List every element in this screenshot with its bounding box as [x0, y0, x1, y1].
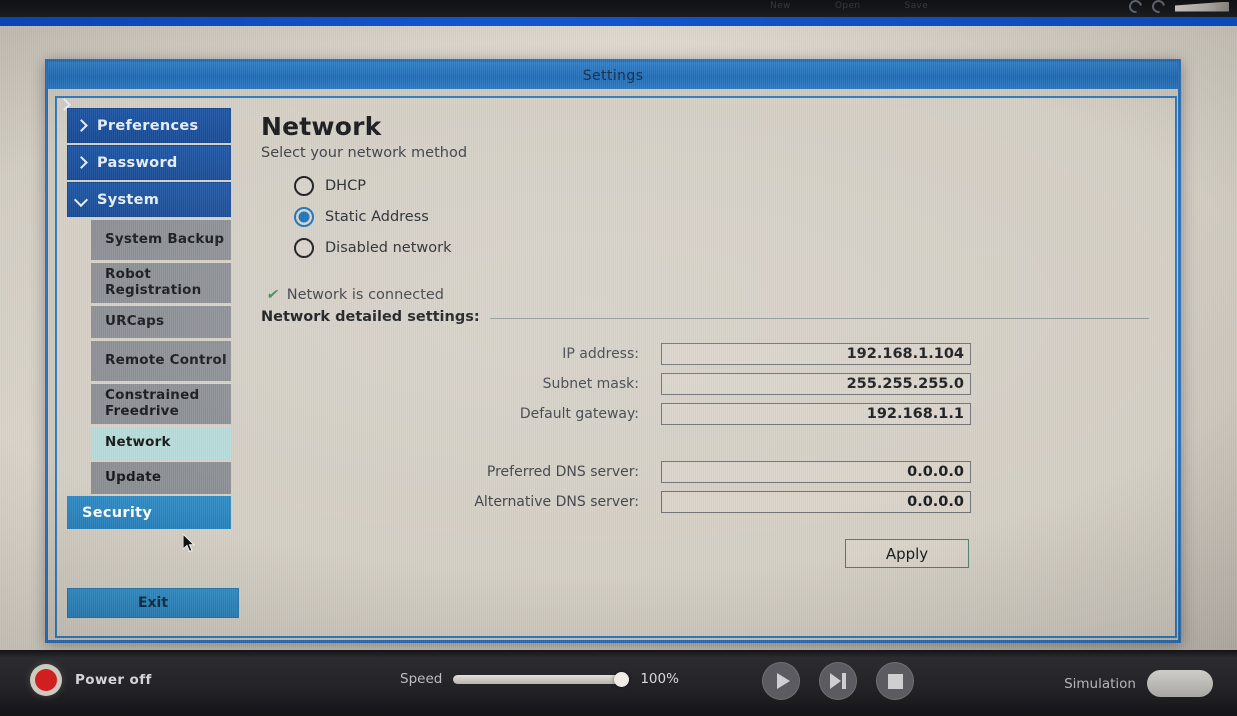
- sidebar-item-network[interactable]: Network: [91, 426, 231, 459]
- settings-sidebar: Preferences Password System System Backu: [57, 98, 241, 636]
- settings-dialog: Settings Preferences Password System Sys…: [45, 59, 1181, 643]
- sidebar-item-preferences[interactable]: Preferences: [67, 108, 231, 143]
- settings-content: Network Select your network method DHCP …: [241, 98, 1175, 636]
- app-top-bar: New Open Save: [0, 0, 1237, 17]
- speed-slider[interactable]: [453, 672, 630, 687]
- default-gateway-input[interactable]: 192.168.1.1: [661, 403, 971, 425]
- field-label: Default gateway:: [519, 406, 639, 422]
- field-row-preferred-dns: Preferred DNS server: 0.0.0.0: [261, 457, 1149, 487]
- simulation-control: Simulation: [1064, 670, 1213, 697]
- top-bar-menu: New Open Save: [770, 1, 928, 11]
- check-icon: ✔: [265, 287, 281, 303]
- sidebar-item-password[interactable]: Password: [67, 145, 231, 180]
- accent-strip: [0, 17, 1237, 26]
- reload-icon[interactable]: [1126, 0, 1145, 16]
- step-button[interactable]: [819, 662, 857, 700]
- menu-item-open[interactable]: Open: [835, 1, 861, 11]
- page-subtitle: Select your network method: [261, 145, 468, 161]
- network-status: ✔ Network is connected: [265, 287, 1149, 303]
- menu-item-save[interactable]: Save: [904, 1, 928, 11]
- menu-item-new[interactable]: New: [770, 1, 791, 11]
- step-forward-icon: [830, 673, 846, 689]
- device-screen: New Open Save Settings Preferences Passw…: [0, 0, 1237, 716]
- simulation-toggle[interactable]: [1147, 670, 1213, 697]
- apply-button[interactable]: Apply: [845, 539, 969, 568]
- subnet-mask-input[interactable]: 255.255.255.0: [661, 373, 971, 395]
- field-row-alternative-dns: Alternative DNS server: 0.0.0.0: [261, 487, 1149, 517]
- radio-label: DHCP: [325, 177, 366, 194]
- speed-value: 100%: [640, 671, 679, 687]
- dialog-title: Settings: [48, 62, 1178, 89]
- field-row-ip-address: IP address: 192.168.1.104: [261, 339, 1149, 369]
- radio-label: Disabled network: [325, 239, 452, 256]
- sidebar-item-robot-registration[interactable]: Robot Registration: [91, 262, 231, 303]
- chevron-down-icon: [74, 193, 88, 207]
- play-icon: [776, 673, 790, 689]
- section-divider: [489, 317, 1149, 319]
- reload-icon[interactable]: [1149, 0, 1168, 16]
- power-off-icon: [30, 664, 62, 696]
- play-button[interactable]: [762, 662, 800, 700]
- speed-label: Speed: [400, 671, 443, 687]
- field-label: Preferred DNS server:: [486, 464, 639, 480]
- sidebar-item-urcaps[interactable]: URCaps: [91, 305, 231, 338]
- speed-control: Speed 100%: [400, 671, 679, 687]
- slider-track: [453, 675, 630, 684]
- sidebar-system-submenu: System Backup Robot Registration URCaps …: [91, 219, 231, 494]
- sidebar-item-label: Password: [97, 154, 178, 171]
- sidebar-item-constrained-freedrive[interactable]: Constrained Freedrive: [91, 383, 231, 424]
- field-label: IP address:: [562, 346, 639, 362]
- dialog-body: Preferences Password System System Backu: [55, 96, 1177, 638]
- alternative-dns-input[interactable]: 0.0.0.0: [661, 491, 971, 513]
- section-title: Network detailed settings:: [261, 309, 480, 325]
- stop-icon: [887, 673, 903, 689]
- slider-handle[interactable]: [614, 672, 630, 687]
- exit-button[interactable]: Exit: [67, 588, 239, 618]
- sidebar-item-remote-control[interactable]: Remote Control: [91, 340, 231, 381]
- field-label: Alternative DNS server:: [474, 494, 639, 510]
- apply-row: Apply: [261, 539, 1149, 568]
- radio-option-disabled-network[interactable]: Disabled network: [294, 232, 1149, 263]
- stop-button[interactable]: [876, 662, 914, 700]
- power-off-label: Power off: [75, 672, 152, 688]
- power-off-button[interactable]: Power off: [30, 664, 152, 696]
- fields-spacer: [261, 429, 1149, 457]
- radio-label: Static Address: [325, 208, 429, 225]
- sidebar-item-update[interactable]: Update: [91, 461, 231, 494]
- ip-address-input[interactable]: 192.168.1.104: [661, 343, 971, 365]
- radio-button-icon[interactable]: [294, 175, 314, 196]
- sidebar-item-system-backup[interactable]: System Backup: [91, 219, 231, 260]
- top-bar-icons: [1126, 0, 1229, 16]
- radio-button-icon[interactable]: [294, 237, 314, 258]
- page-title: Network: [261, 112, 382, 141]
- robot-arm-icon: [1175, 1, 1229, 12]
- preferred-dns-input[interactable]: 0.0.0.0: [661, 461, 971, 483]
- field-label: Subnet mask:: [542, 376, 639, 392]
- radio-button-selected-icon[interactable]: [294, 206, 314, 227]
- radio-option-dhcp[interactable]: DHCP: [294, 170, 1149, 201]
- detailed-settings-header: Network detailed settings:: [261, 309, 1149, 325]
- field-row-subnet-mask: Subnet mask: 255.255.255.0: [261, 369, 1149, 399]
- chevron-right-icon: [74, 119, 88, 133]
- simulation-label: Simulation: [1064, 675, 1136, 692]
- field-row-default-gateway: Default gateway: 192.168.1.1: [261, 399, 1149, 429]
- transport-controls: [762, 662, 914, 700]
- sidebar-top-nav: Preferences Password System: [67, 108, 231, 217]
- sidebar-item-label: Preferences: [97, 117, 199, 134]
- chevron-right-icon: [74, 156, 88, 170]
- radio-option-static-address[interactable]: Static Address: [294, 201, 1149, 232]
- sidebar-item-system[interactable]: System: [67, 182, 231, 217]
- network-status-text: Network is connected: [286, 287, 445, 303]
- sidebar-item-security[interactable]: Security: [67, 496, 231, 529]
- bottom-toolbar: Power off Speed 100% Simulation: [0, 650, 1237, 716]
- desktop-background: Settings Preferences Password System Sys…: [0, 26, 1237, 650]
- network-fields: IP address: 192.168.1.104 Subnet mask: 2…: [261, 339, 1149, 517]
- sidebar-item-label: Security: [82, 504, 153, 521]
- sidebar-item-label: System: [97, 191, 160, 208]
